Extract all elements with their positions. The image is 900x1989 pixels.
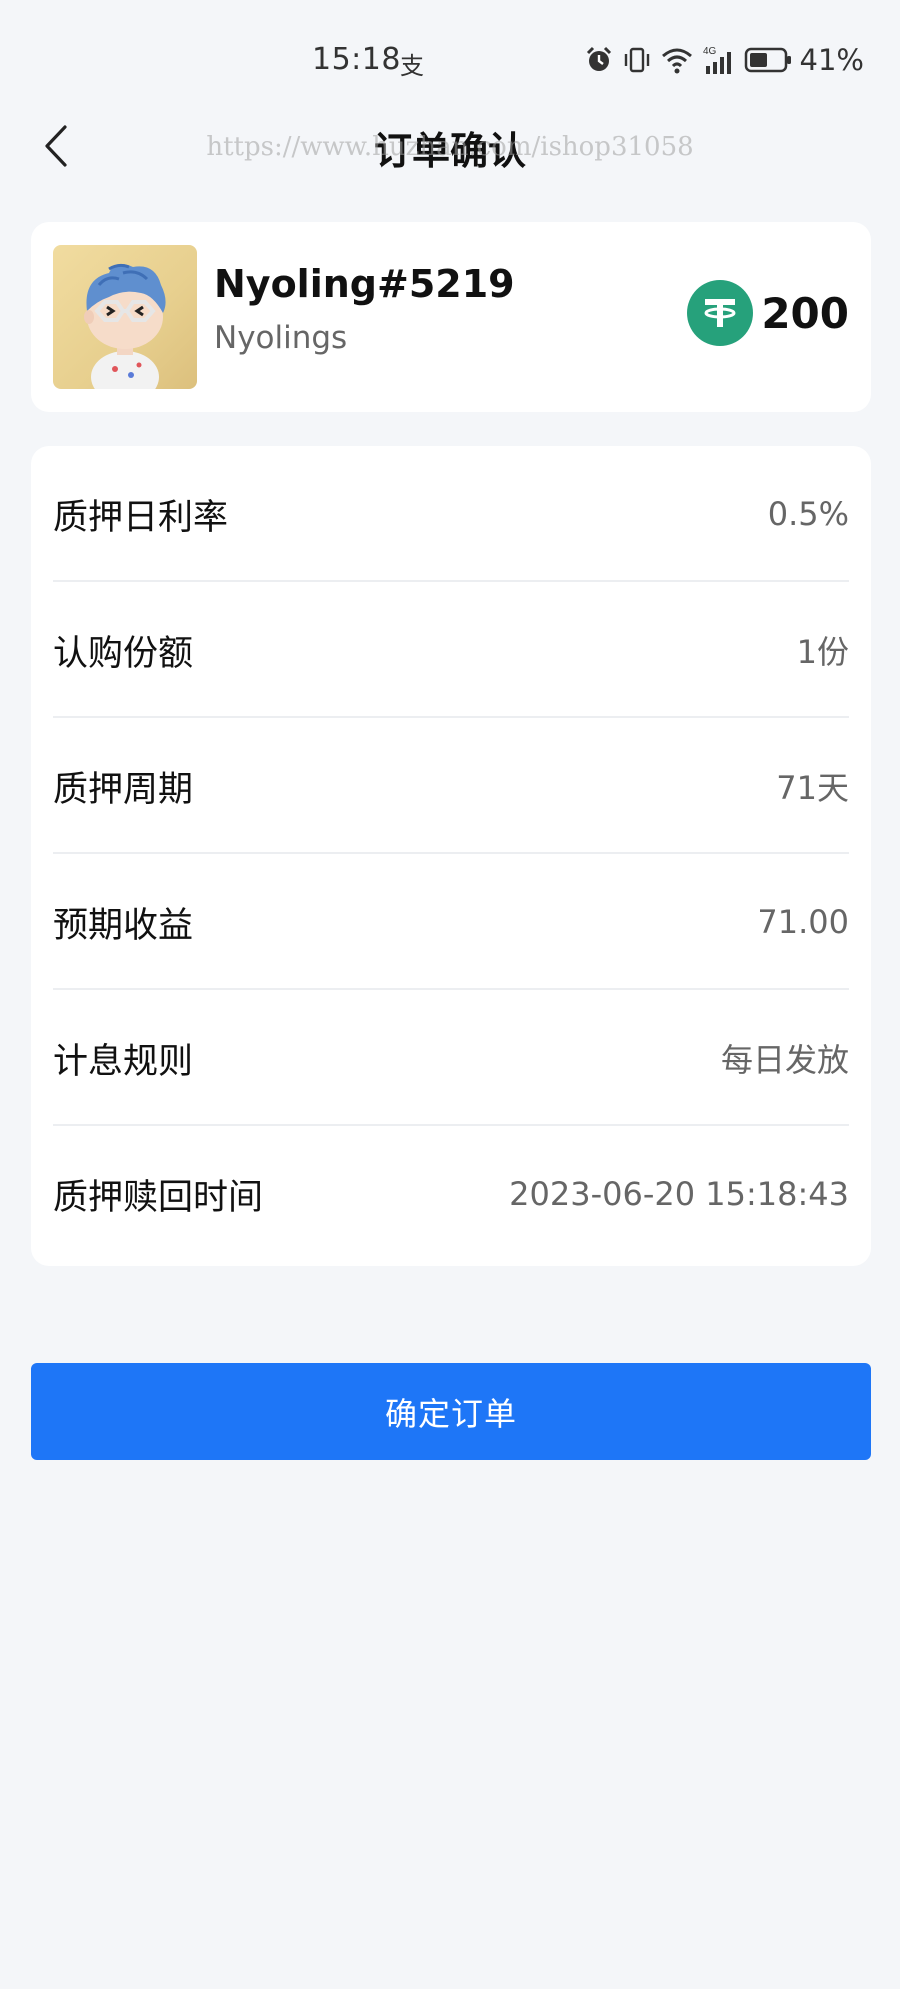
- status-icons: 4G 41%: [584, 40, 864, 80]
- detail-value: 0.5%: [767, 495, 849, 533]
- vibrate-icon: [622, 45, 652, 75]
- battery-icon: [744, 46, 792, 74]
- battery-percent: 41%: [799, 43, 864, 77]
- detail-label: 计息规则: [53, 1041, 194, 1082]
- price: 200: [687, 280, 849, 346]
- product-card: Nyoling#5219 Nyolings 200: [31, 222, 871, 412]
- detail-value: 1份: [796, 633, 849, 671]
- status-bar: 15:18 支 4G 41%: [0, 0, 900, 120]
- status-notification-icon: 支: [400, 52, 424, 80]
- nav-bar: 订单确认 https://www.huzhan.com/ishop31058: [0, 110, 900, 180]
- detail-row-interest-rule: 计息规则 每日发放: [53, 990, 849, 1126]
- detail-row-daily-rate: 质押日利率 0.5%: [53, 446, 849, 582]
- cellular-signal-icon: 4G: [702, 44, 736, 76]
- network-type-label: 4G: [703, 46, 717, 57]
- order-details-card: 质押日利率 0.5% 认购份额 1份 质押周期 71天 预期收益 71.00 计…: [31, 446, 871, 1266]
- detail-label: 质押赎回时间: [53, 1177, 264, 1218]
- detail-row-redemption-time: 质押赎回时间 2023-06-20 15:18:43: [53, 1126, 849, 1262]
- detail-value: 2023-06-20 15:18:43: [509, 1175, 849, 1213]
- detail-row-expected-earnings: 预期收益 71.00: [53, 854, 849, 990]
- nft-image: [53, 245, 197, 389]
- detail-label: 认购份额: [53, 633, 194, 674]
- alarm-icon: [584, 45, 614, 75]
- confirm-order-button[interactable]: 确定订单: [31, 1363, 871, 1460]
- detail-row-subscription-share: 认购份额 1份: [53, 582, 849, 718]
- detail-row-staking-period: 质押周期 71天: [53, 718, 849, 854]
- usdt-icon: [687, 280, 754, 346]
- detail-value: 每日发放: [720, 1041, 849, 1079]
- detail-label: 质押日利率: [53, 497, 229, 538]
- detail-value: 71.00: [757, 903, 849, 941]
- watermark: https://www.huzhan.com/ishop31058: [206, 132, 694, 162]
- price-value: 200: [761, 288, 849, 338]
- wifi-icon: [660, 45, 694, 75]
- status-time: 15:18: [312, 42, 401, 77]
- detail-label: 预期收益: [53, 905, 194, 946]
- nft-collection: Nyolings: [214, 320, 348, 356]
- nft-name: Nyoling#5219: [214, 262, 515, 306]
- detail-label: 质押周期: [53, 769, 194, 810]
- detail-value: 71天: [776, 769, 849, 807]
